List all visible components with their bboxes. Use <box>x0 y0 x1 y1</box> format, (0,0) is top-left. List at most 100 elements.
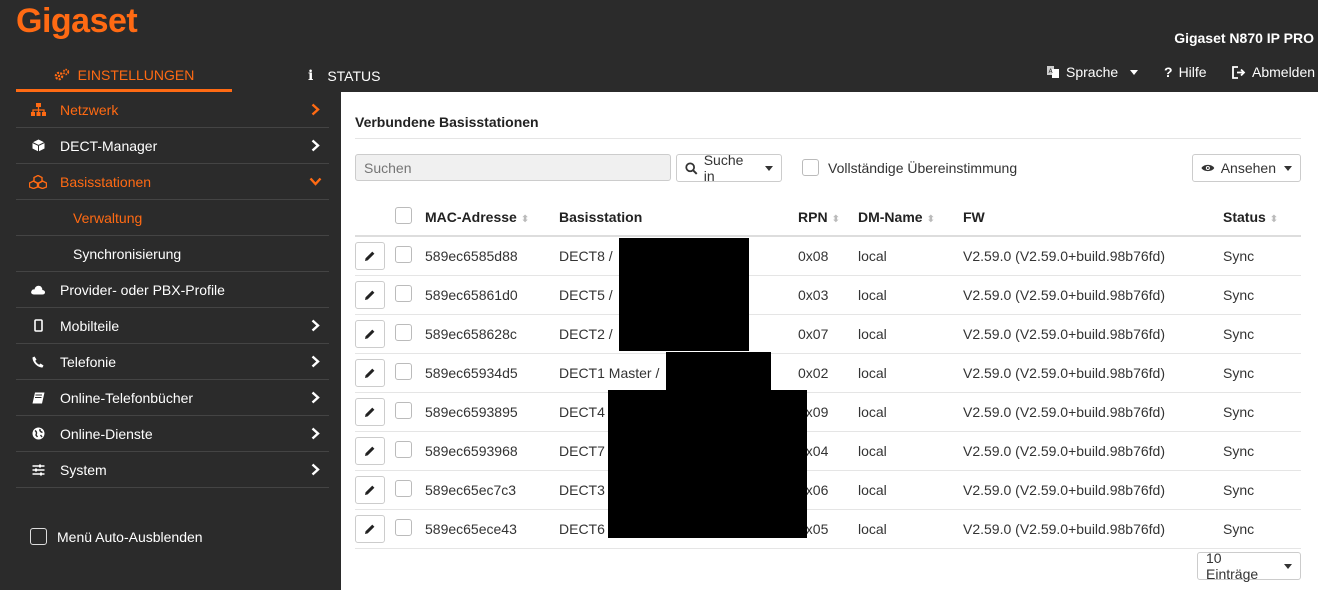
page-size-dropdown[interactable]: 10 Einträge <box>1197 550 1301 582</box>
network-icon <box>30 103 46 116</box>
edit-button[interactable] <box>355 241 385 270</box>
sidebar-item-synchronisierung[interactable]: Synchronisierung <box>16 236 329 272</box>
sidebar-item-label: Online-Telefonbücher <box>60 389 194 406</box>
fw-cell: V2.59.0 (V2.59.0+build.98b76fd) <box>963 392 1223 432</box>
search-input[interactable] <box>355 154 671 181</box>
edit-cell <box>355 236 395 276</box>
row-checkbox[interactable] <box>395 245 412 263</box>
mac-cell: 589ec65ece43 <box>425 509 559 549</box>
row-checkbox[interactable] <box>395 362 412 380</box>
sidebar-item-label: DECT-Manager <box>60 137 158 154</box>
edit-button[interactable] <box>355 397 385 426</box>
status-cell: Sync <box>1223 431 1301 471</box>
dm-name-cell: local <box>858 470 963 510</box>
tab-settings[interactable]: EINSTELLUNGEN <box>16 60 232 92</box>
pencil-icon <box>365 290 375 300</box>
rpn-cell: 0x09 <box>798 392 858 432</box>
full-match-option[interactable]: Vollständige Übereinstimmung <box>802 159 1017 176</box>
column-header-basisstation[interactable]: Basisstation <box>559 198 798 237</box>
sidebar-item-basisstationen[interactable]: Basisstationen <box>16 164 329 200</box>
logout-label: Abmelden <box>1252 64 1316 80</box>
tab-status-label: STATUS <box>327 68 381 84</box>
edit-button[interactable] <box>355 280 385 309</box>
table-row: 589ec65ece43 DECT6 0x05 local V2.59.0 (V2.59… <box>355 509 1301 549</box>
sidebar-item-mobilteile[interactable]: Mobilteile <box>16 308 329 344</box>
sidebar-item-label: System <box>60 461 107 478</box>
table-header-row: MAC-Adresse ⬍ Basisstation RPN ⬍ DM-Name ⬍ … <box>355 198 1301 237</box>
auto-hide-checkbox[interactable] <box>30 528 47 545</box>
help-link[interactable]: ? Hilfe <box>1164 60 1207 84</box>
column-header-mac[interactable]: MAC-Adresse ⬍ <box>425 198 559 237</box>
column-header-dm-name[interactable]: DM-Name ⬍ <box>858 198 963 237</box>
sidebar-item-system[interactable]: System <box>16 452 329 488</box>
column-header-status[interactable]: Status ⬍ <box>1223 198 1301 237</box>
chevron-right-icon <box>311 391 320 404</box>
rpn-cell: 0x02 <box>798 353 858 393</box>
sidebar-item-dect-manager[interactable]: DECT-Manager <box>16 128 329 164</box>
edit-button[interactable] <box>355 514 385 543</box>
info-icon: i <box>308 68 314 84</box>
sort-icon: ⬍ <box>831 213 840 225</box>
sidebar-item-verwaltung[interactable]: Verwaltung <box>16 200 329 236</box>
sidebar: Netzwerk DECT-Manager Basisstationen Ver… <box>16 92 341 590</box>
edit-button[interactable] <box>355 436 385 465</box>
pencil-icon <box>365 368 375 378</box>
table-row: 589ec6593895 DECT4 0x09 local V2.59.0 (V2.59… <box>355 392 1301 432</box>
row-checkbox[interactable] <box>395 518 412 536</box>
logout-link[interactable]: Abmelden <box>1232 60 1315 84</box>
mac-cell: 589ec6593895 <box>425 392 559 432</box>
sidebar-item-online-telefonbuecher[interactable]: Online-Telefonbücher <box>16 380 329 416</box>
status-cell: Sync <box>1223 275 1301 315</box>
column-header-rpn[interactable]: RPN ⬍ <box>798 198 858 237</box>
status-cell: Sync <box>1223 353 1301 393</box>
gigaset-logo[interactable]: Gigaset <box>16 2 138 41</box>
row-checkbox[interactable] <box>395 323 412 341</box>
view-dropdown[interactable]: Ansehen <box>1192 154 1301 182</box>
dm-name-cell: local <box>858 431 963 471</box>
sidebar-item-telefonie[interactable]: Telefonie <box>16 344 329 380</box>
sidebar-item-provider-profile[interactable]: Provider- oder PBX-Profile <box>16 272 329 308</box>
chevron-right-icon <box>311 139 320 152</box>
edit-button[interactable] <box>355 358 385 387</box>
row-checkbox[interactable] <box>395 401 412 419</box>
redaction-block <box>608 390 807 538</box>
language-dropdown[interactable]: A Sprache <box>1046 60 1139 84</box>
sidebar-item-online-dienste[interactable]: Online-Dienste <box>16 416 329 452</box>
base-stations-table: MAC-Adresse ⬍ Basisstation RPN ⬍ DM-Name ⬍ … <box>355 198 1301 549</box>
dm-name-cell: local <box>858 392 963 432</box>
chevron-down-icon <box>1130 69 1139 75</box>
edit-button[interactable] <box>355 319 385 348</box>
auto-hide-menu-toggle[interactable]: Menü Auto-Ausblenden <box>30 528 203 545</box>
main-content: Verbundene Basisstationen Suche in Volls… <box>341 92 1318 590</box>
tab-status[interactable]: i STATUS <box>300 60 380 92</box>
redaction-block <box>619 238 749 351</box>
sidebar-item-label: Mobilteile <box>60 317 120 334</box>
edit-button[interactable] <box>355 475 385 504</box>
full-match-checkbox[interactable] <box>802 159 819 176</box>
table-row: 589ec6585d88 DECT8 /0x08 local V2.59.0 (V2.… <box>355 236 1301 276</box>
row-checkbox[interactable] <box>395 479 412 497</box>
select-cell <box>395 353 425 393</box>
select-cell <box>395 314 425 354</box>
select-all-checkbox[interactable] <box>395 206 412 224</box>
chevron-right-icon <box>311 427 320 440</box>
edit-cell <box>355 431 395 471</box>
sort-icon: ⬍ <box>1269 213 1279 225</box>
rpn-cell: 0x03 <box>798 275 858 315</box>
sidebar-item-label: Verwaltung <box>73 209 143 226</box>
row-checkbox[interactable] <box>395 440 412 458</box>
chevron-right-icon <box>311 463 320 476</box>
select-cell <box>395 392 425 432</box>
search-in-dropdown[interactable]: Suche in <box>676 152 782 184</box>
cubes-icon <box>29 174 47 189</box>
view-label: Ansehen <box>1220 160 1276 176</box>
row-checkbox[interactable] <box>395 284 412 302</box>
sidebar-item-netzwerk[interactable]: Netzwerk <box>16 92 329 128</box>
edit-cell <box>355 353 395 393</box>
column-header-fw[interactable]: FW <box>963 198 1223 237</box>
edit-cell <box>355 275 395 315</box>
search-in-label: Suche in <box>703 152 744 184</box>
device-model: Gigaset N870 IP PRO <box>1174 30 1314 46</box>
pencil-icon <box>365 524 375 534</box>
full-match-label: Vollständige Übereinstimmung <box>828 159 1018 176</box>
